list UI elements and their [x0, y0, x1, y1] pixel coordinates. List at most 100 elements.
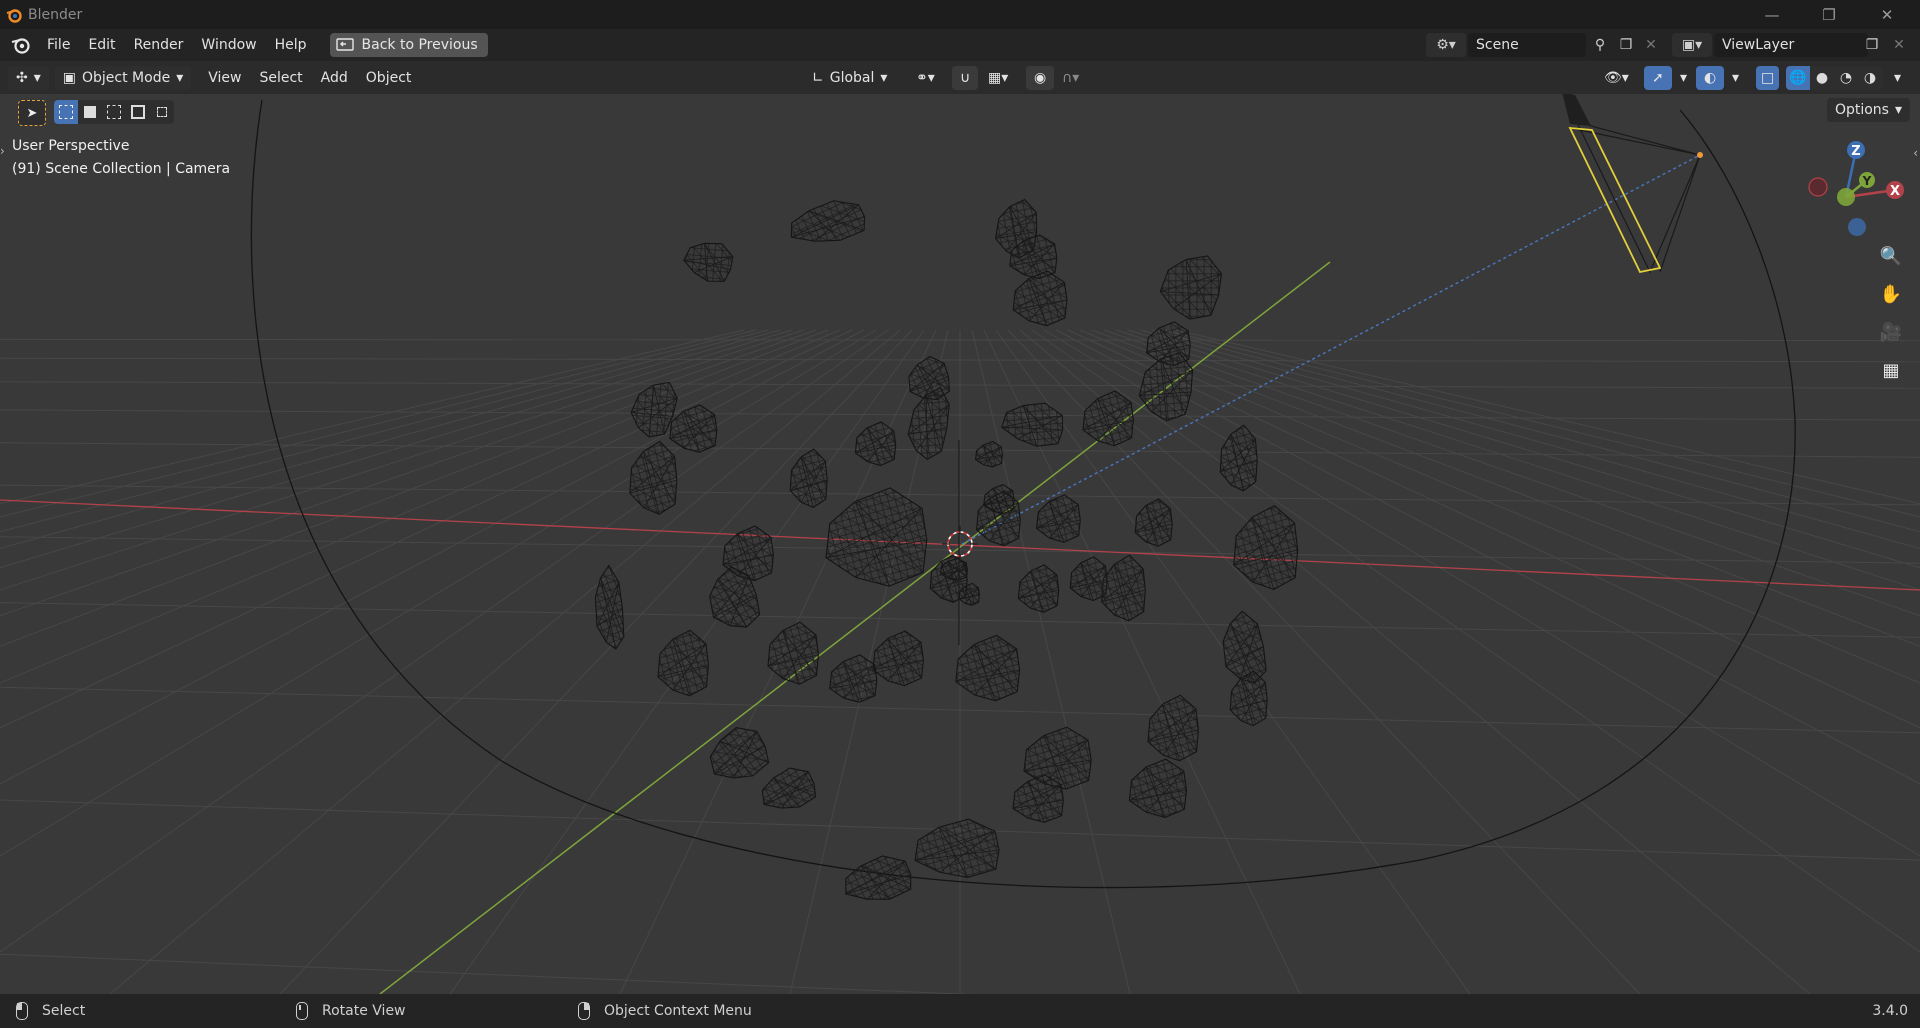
shading-mode-group: 🌐 ● ◔ ◑ — [1786, 65, 1882, 90]
grid-line — [1055, 329, 1920, 785]
xray-toggle[interactable]: □ — [1756, 65, 1780, 90]
snap-toggle[interactable]: ∪ — [952, 65, 979, 90]
snap-target-dropdown[interactable]: ▦▾ — [980, 66, 1016, 90]
rock-mesh — [594, 564, 625, 650]
pivot-point-dropdown[interactable]: ⚭▾ — [908, 66, 943, 90]
camera-view-icon[interactable]: 🎥 — [1877, 318, 1905, 346]
scene-icon: ⚙▾ — [1436, 37, 1456, 53]
gizmo-toggle[interactable]: ➚ — [1644, 65, 1672, 90]
menu-edit[interactable]: Edit — [79, 37, 124, 53]
chevron-down-icon: ▾ — [1680, 69, 1688, 86]
gizmo-icon: ➚ — [1652, 69, 1664, 86]
menu-help[interactable]: Help — [266, 37, 316, 53]
object-mode-icon: ▣ — [62, 69, 76, 86]
toolbar-expand-icon[interactable]: › — [0, 144, 5, 158]
solid-shading-icon[interactable]: ● — [1810, 66, 1834, 90]
menu-render[interactable]: Render — [125, 37, 193, 53]
perspective-label: User Perspective — [12, 138, 130, 154]
grid-line — [0, 329, 745, 505]
navigation-gizmo[interactable]: Z Y X — [1800, 135, 1910, 245]
visibility-dropdown[interactable]: 👁▾ — [1596, 66, 1637, 90]
editor-type-dropdown[interactable]: ✣ ▾ — [8, 65, 49, 90]
select-subtract-icon[interactable] — [102, 100, 126, 124]
mouse-left-icon — [16, 1002, 28, 1020]
pin-scene-icon[interactable]: ⚲ — [1588, 33, 1612, 57]
menu-file[interactable]: File — [38, 37, 79, 53]
zoom-icon[interactable]: 🔍 — [1877, 242, 1905, 270]
pan-hand-icon[interactable]: ✋ — [1877, 280, 1905, 308]
select-extend-icon[interactable] — [78, 100, 102, 124]
camera-object — [1562, 94, 1703, 274]
menu-select[interactable]: Select — [250, 70, 311, 86]
rock-mesh — [761, 767, 817, 809]
options-dropdown[interactable]: Options ▾ — [1826, 98, 1910, 122]
transform-orientation-dropdown[interactable]: ∟ Global ▾ — [804, 66, 895, 90]
viewlayer-name-field[interactable]: ViewLayer — [1714, 33, 1868, 57]
scene-browse-button[interactable]: ⚙▾ — [1426, 33, 1466, 57]
status-context-menu: Object Context Menu — [578, 1002, 752, 1020]
grid-line — [1079, 329, 1920, 684]
mode-dropdown[interactable]: ▣ Object Mode ▾ — [54, 65, 192, 90]
wireframe-shading-icon[interactable]: 🌐 — [1786, 65, 1810, 90]
grid-line — [1175, 329, 1920, 505]
minimize-icon[interactable]: — — [1745, 0, 1799, 29]
status-bar: Select Rotate View Object Context Menu 3… — [0, 994, 1920, 1028]
select-new-icon[interactable] — [54, 100, 78, 124]
rock-mesh — [1069, 556, 1108, 602]
viewport-canvas[interactable] — [0, 94, 1920, 994]
sidebar-expand-icon[interactable]: ‹ — [1913, 146, 1918, 160]
select-invert-icon[interactable] — [126, 100, 150, 124]
perspective-grid-icon[interactable]: ▦ — [1877, 356, 1905, 384]
grid-line — [0, 338, 1920, 342]
falloff-curve-icon: ∩▾ — [1062, 69, 1080, 86]
scene-name-field[interactable]: Scene — [1468, 33, 1586, 57]
rock-mesh — [1128, 758, 1188, 818]
falloff-dropdown[interactable]: ∩▾ — [1054, 66, 1087, 90]
rendered-shading-icon[interactable]: ◑ — [1858, 66, 1882, 90]
overlays-toggle[interactable]: ◐ — [1696, 65, 1725, 90]
back-to-previous-button[interactable]: Back to Previous — [329, 33, 488, 57]
select-tool-button[interactable]: ➤ — [18, 100, 46, 126]
rock-mesh — [914, 818, 1000, 878]
menu-window[interactable]: Window — [192, 37, 265, 53]
rock-mesh — [1017, 564, 1060, 613]
rock-mesh — [1012, 270, 1068, 327]
overlays-dropdown[interactable]: ▾ — [1724, 66, 1747, 90]
3d-viewport[interactable]: User Perspective (91) Scene Collection |… — [0, 94, 1920, 994]
rock-mesh — [829, 654, 878, 703]
restore-icon[interactable]: ❐ — [1802, 0, 1856, 29]
new-viewlayer-icon[interactable]: ❐ — [1860, 33, 1884, 57]
grid-line — [0, 329, 865, 785]
blender-menu-icon[interactable] — [10, 34, 32, 56]
camera-track-line — [961, 154, 1701, 545]
gizmo-dropdown[interactable]: ▾ — [1672, 66, 1695, 90]
chevron-down-icon: ▾ — [1732, 69, 1740, 86]
version-label: 3.4.0 — [1872, 1003, 1908, 1019]
chevron-down-icon: ▾ — [1894, 102, 1902, 118]
rock-mesh — [845, 855, 912, 900]
menu-add[interactable]: Add — [312, 70, 357, 86]
grid-line — [0, 329, 877, 857]
rock-mesh — [683, 242, 734, 282]
screen-back-icon — [335, 38, 354, 51]
delete-viewlayer-icon[interactable]: ✕ — [1888, 33, 1910, 57]
scene-name: Scene — [1476, 37, 1519, 53]
viewport-header: ✣ ▾ ▣ Object Mode ▾ View Select Add Objec… — [0, 61, 1920, 94]
rock-mesh — [1134, 498, 1173, 547]
close-icon[interactable]: ✕ — [1860, 0, 1914, 29]
gizmo-y-label: Y — [1862, 174, 1872, 188]
menu-view[interactable]: View — [199, 70, 250, 86]
rock-mesh — [767, 621, 819, 685]
new-scene-icon[interactable]: ❐ — [1614, 33, 1638, 57]
rock-mesh — [790, 200, 866, 242]
rock-mesh — [1012, 774, 1064, 823]
rock-mesh — [1219, 424, 1258, 492]
proportional-edit-toggle[interactable]: ◉ — [1026, 65, 1055, 90]
menu-object[interactable]: Object — [357, 70, 421, 86]
select-intersect-icon[interactable] — [150, 100, 174, 124]
proportional-edit-icon: ◉ — [1034, 69, 1047, 86]
viewlayer-browse-button[interactable]: ▣▾ — [1672, 33, 1712, 57]
delete-scene-icon[interactable]: ✕ — [1640, 33, 1662, 57]
material-shading-icon[interactable]: ◔ — [1834, 66, 1858, 90]
shading-dropdown[interactable]: ▾ — [1886, 66, 1909, 90]
